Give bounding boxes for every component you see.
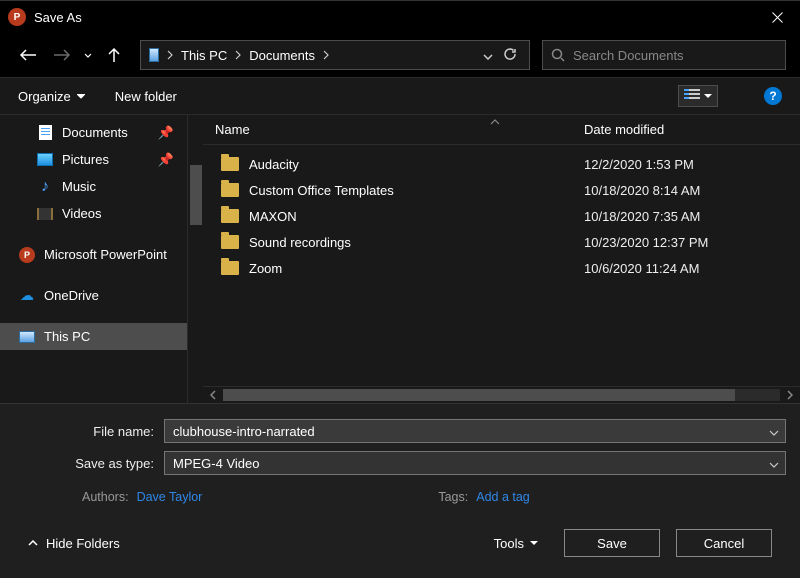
- column-date-modified[interactable]: Date modified: [578, 122, 800, 137]
- music-icon: ♪: [36, 179, 54, 195]
- nav-up-button[interactable]: [100, 41, 128, 69]
- chevron-right-icon: [235, 50, 241, 60]
- chevron-left-icon: [210, 390, 216, 400]
- navigation-row: This PC Documents Search Documents: [0, 33, 800, 77]
- chevron-right-icon: [787, 390, 793, 400]
- folder-icon: [221, 209, 239, 223]
- arrow-left-icon: [19, 48, 37, 62]
- folder-row[interactable]: Sound recordings 10/23/2020 12:37 PM: [203, 229, 800, 255]
- document-icon: [39, 125, 52, 140]
- caret-down-icon: [704, 94, 712, 99]
- tree-item-videos[interactable]: Videos: [0, 200, 187, 227]
- breadcrumb-this-pc[interactable]: This PC: [177, 48, 231, 63]
- folder-row[interactable]: Custom Office Templates 10/18/2020 8:14 …: [203, 177, 800, 203]
- address-dropdown[interactable]: [483, 48, 493, 63]
- column-name[interactable]: Name: [203, 122, 578, 137]
- search-placeholder: Search Documents: [573, 48, 684, 63]
- arrow-up-icon: [107, 47, 121, 63]
- command-bar: Organize New folder ?: [0, 77, 800, 115]
- search-icon: [551, 48, 565, 62]
- body-split: Documents 📌 Pictures 📌 ♪ Music Videos P …: [0, 115, 800, 403]
- close-icon: [772, 12, 783, 23]
- file-list-wrap: Name Date modified Audacity 12/2/2020 1:…: [188, 115, 800, 403]
- filename-input[interactable]: clubhouse-intro-narrated: [164, 419, 786, 443]
- chevron-right-icon: [323, 50, 329, 60]
- window-title: Save As: [34, 10, 82, 25]
- authors-label: Authors:: [82, 490, 129, 504]
- tags-label: Tags:: [438, 490, 468, 504]
- hide-folders-button[interactable]: Hide Folders: [28, 536, 120, 551]
- save-type-label: Save as type:: [14, 456, 164, 471]
- powerpoint-icon: P: [19, 247, 35, 263]
- pin-icon: 📌: [158, 152, 174, 168]
- chevron-right-icon: [167, 50, 173, 60]
- breadcrumb-documents[interactable]: Documents: [245, 48, 319, 63]
- pictures-icon: [37, 153, 53, 166]
- navigation-tree: Documents 📌 Pictures 📌 ♪ Music Videos P …: [0, 115, 188, 403]
- pc-icon: [19, 331, 35, 343]
- list-view-icon: [684, 89, 700, 103]
- save-type-select[interactable]: MPEG-4 Video: [164, 451, 786, 475]
- tree-item-powerpoint[interactable]: P Microsoft PowerPoint: [0, 241, 187, 268]
- tree-item-this-pc[interactable]: This PC: [0, 323, 187, 350]
- save-as-dialog: P Save As This PC Documents: [0, 0, 800, 578]
- videos-icon: [37, 208, 53, 220]
- horizontal-scrollbar[interactable]: [203, 386, 800, 403]
- tags-value[interactable]: Add a tag: [476, 490, 530, 504]
- tree-item-documents[interactable]: Documents 📌: [0, 119, 187, 146]
- folder-icon: [221, 261, 239, 275]
- refresh-button[interactable]: [503, 47, 517, 64]
- filename-label: File name:: [14, 424, 164, 439]
- caret-down-icon: [530, 541, 538, 546]
- folder-row[interactable]: Zoom 10/6/2020 11:24 AM: [203, 255, 800, 281]
- pin-icon: 📌: [158, 125, 174, 141]
- bottom-pane: File name: clubhouse-intro-narrated Save…: [0, 403, 800, 578]
- address-bar[interactable]: This PC Documents: [140, 40, 530, 70]
- authors-value[interactable]: Dave Taylor: [137, 490, 203, 504]
- new-folder-button[interactable]: New folder: [115, 89, 177, 104]
- search-box[interactable]: Search Documents: [542, 40, 786, 70]
- onedrive-icon: ☁: [18, 288, 36, 304]
- tree-item-music[interactable]: ♪ Music: [0, 173, 187, 200]
- chevron-down-icon: [483, 54, 493, 60]
- arrow-right-icon: [53, 48, 71, 62]
- pc-icon: [145, 47, 163, 63]
- folder-icon: [221, 183, 239, 197]
- close-button[interactable]: [754, 1, 800, 33]
- titlebar: P Save As: [0, 1, 800, 33]
- refresh-icon: [503, 47, 517, 61]
- tree-item-onedrive[interactable]: ☁ OneDrive: [0, 282, 187, 309]
- chevron-down-icon: [769, 430, 779, 436]
- tools-menu[interactable]: Tools: [494, 536, 538, 551]
- folder-row[interactable]: MAXON 10/18/2020 7:35 AM: [203, 203, 800, 229]
- help-button[interactable]: ?: [764, 87, 782, 105]
- nav-history-dropdown[interactable]: [82, 53, 94, 58]
- caret-down-icon: [77, 94, 85, 99]
- file-rows: Audacity 12/2/2020 1:53 PM Custom Office…: [203, 145, 800, 386]
- file-listing: Name Date modified Audacity 12/2/2020 1:…: [203, 115, 800, 403]
- cancel-button[interactable]: Cancel: [676, 529, 772, 557]
- nav-forward-button[interactable]: [48, 41, 76, 69]
- nav-back-button[interactable]: [14, 41, 42, 69]
- sort-asc-icon: [490, 119, 500, 125]
- tree-scrollbar[interactable]: [188, 115, 203, 403]
- chevron-up-icon: [28, 540, 38, 546]
- view-options-button[interactable]: [678, 85, 718, 107]
- folder-icon: [221, 235, 239, 249]
- tree-item-pictures[interactable]: Pictures 📌: [0, 146, 187, 173]
- folder-row[interactable]: Audacity 12/2/2020 1:53 PM: [203, 151, 800, 177]
- powerpoint-app-icon: P: [8, 8, 26, 26]
- folder-icon: [221, 157, 239, 171]
- chevron-down-icon: [84, 53, 92, 58]
- save-button[interactable]: Save: [564, 529, 660, 557]
- chevron-down-icon: [769, 462, 779, 468]
- organize-menu[interactable]: Organize: [18, 89, 85, 104]
- column-headers: Name Date modified: [203, 115, 800, 145]
- dialog-footer: Hide Folders Tools Save Cancel: [14, 520, 786, 566]
